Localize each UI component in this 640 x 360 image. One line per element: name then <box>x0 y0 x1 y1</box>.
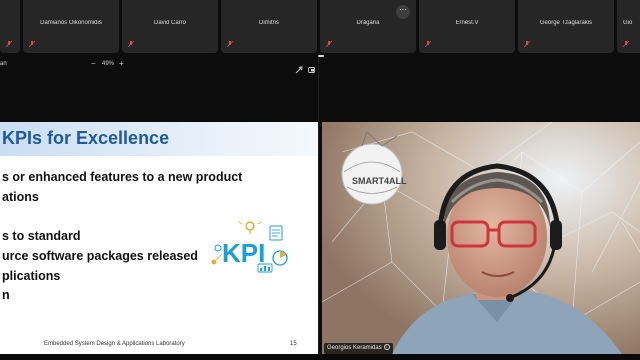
bottom-bar <box>0 354 640 360</box>
participant-name: Dragana <box>356 20 380 26</box>
bullet-item: s or enhanced features to a new product <box>2 170 243 184</box>
zoom-out-button[interactable]: − <box>91 59 96 68</box>
shared-content-toolbar: an − 49% + <box>0 58 318 74</box>
resize-handle[interactable] <box>318 55 324 57</box>
bullet-item: urce software packages released <box>2 249 198 263</box>
speaker-video[interactable]: SMART4ALL Georgios Keramidas i <box>322 122 640 354</box>
pop-out-icon[interactable] <box>308 61 316 73</box>
zoom-in-button[interactable]: + <box>119 59 124 68</box>
participant-name: Ernest.V <box>455 20 479 26</box>
speaker-video-image: SMART4ALL <box>322 122 640 354</box>
speaker-name-badge: Georgios Keramidas i <box>324 343 393 354</box>
info-icon[interactable]: i <box>383 344 390 351</box>
slide-title: KPIs for Excellence <box>2 128 170 148</box>
mic-muted-icon <box>227 41 233 47</box>
more-options-button[interactable]: ··· <box>396 5 410 19</box>
mic-muted-icon <box>29 41 35 47</box>
participant-name: Gio <box>623 20 633 26</box>
presenter-label: an <box>0 61 7 67</box>
speaker-name: Georgios Keramidas <box>327 345 382 351</box>
mic-muted-icon <box>425 41 431 47</box>
mic-muted-icon <box>6 41 12 47</box>
participant-tile[interactable]: David Carro <box>122 0 218 53</box>
smart4all-logo-text: SMART4ALL <box>352 176 407 186</box>
laser-pointer-icon[interactable] <box>295 61 303 74</box>
participant-name: David Carro <box>153 20 186 26</box>
participant-name: Dimitris <box>259 20 279 26</box>
zoom-level: 49% <box>102 61 115 67</box>
participant-strip: Damianos Oikonomidis David Carro Dimitri… <box>0 0 640 57</box>
kpi-illustration: KPI <box>211 221 288 273</box>
slide-footer: Embedded System Design & Applications La… <box>44 341 185 347</box>
participant-tile[interactable]: George Tzaglarakis <box>518 0 614 53</box>
participant-tile[interactable]: Damianos Oikonomidis <box>23 0 119 53</box>
shared-slide: KPIs for Excellence s or enhanced featur… <box>0 122 318 354</box>
participant-name: George Tzaglarakis <box>539 20 593 26</box>
participant-tile[interactable]: Dimitris <box>221 0 317 53</box>
slide-page-number: 15 <box>290 341 297 347</box>
kpi-logo-text: KPI <box>222 238 265 268</box>
bullet-item: n <box>2 288 10 302</box>
participant-tile[interactable] <box>0 0 20 53</box>
bullet-item: s to standard <box>2 229 81 243</box>
participant-tile[interactable]: Ernest.V <box>419 0 515 53</box>
participant-name: Damianos Oikonomidis <box>40 20 102 26</box>
bullet-item: ations <box>2 190 39 204</box>
mic-muted-icon <box>128 41 134 47</box>
participant-tile[interactable]: Gio <box>617 0 640 53</box>
pane-divider <box>318 58 319 360</box>
meeting-window: Damianos Oikonomidis David Carro Dimitri… <box>0 0 640 360</box>
mic-muted-icon <box>326 41 332 47</box>
mic-muted-icon <box>524 41 530 47</box>
bullet-item: plications <box>2 269 61 283</box>
mic-muted-icon <box>623 41 629 47</box>
